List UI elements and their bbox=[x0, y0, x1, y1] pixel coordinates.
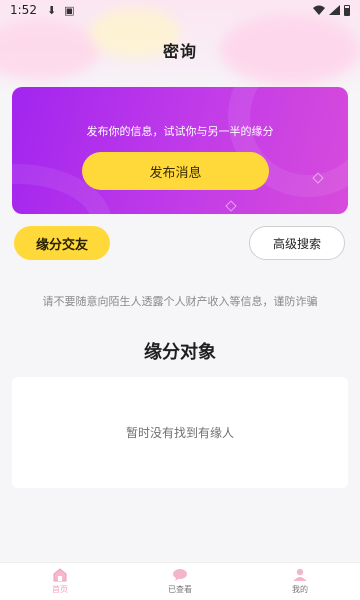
status-bar: 1:52 ⬇ ▣ bbox=[0, 0, 360, 20]
user-icon bbox=[293, 568, 307, 581]
battery-icon bbox=[344, 4, 350, 16]
section-title: 缘分对象 bbox=[144, 342, 216, 363]
safety-warning: 请不要随意向陌生人透露个人财产收入等信息，谨防诈骗 bbox=[42, 295, 318, 308]
nav-item-home[interactable]: 首页 bbox=[0, 563, 120, 600]
nav-label: 我的 bbox=[292, 585, 308, 594]
app-notification-icon: ▣ bbox=[64, 3, 75, 17]
publish-banner: 发布你的信息，试试你与另一半的缘分 发布消息 bbox=[12, 87, 348, 214]
chat-bubble-icon bbox=[173, 569, 187, 581]
wifi-icon bbox=[313, 5, 325, 15]
banner-text: 发布你的信息，试试你与另一半的缘分 bbox=[86, 125, 274, 138]
nav-label: 首页 bbox=[52, 585, 68, 594]
publish-message-button[interactable]: 发布消息 bbox=[82, 152, 269, 190]
nav-item-viewed[interactable]: 已查看 bbox=[120, 563, 240, 600]
download-icon: ⬇ bbox=[46, 3, 57, 17]
advanced-search-button[interactable]: 高级搜索 bbox=[249, 226, 345, 260]
matches-list-empty: 暂时没有找到有缘人 bbox=[12, 377, 348, 488]
nav-item-mine[interactable]: 我的 bbox=[240, 563, 360, 600]
bottom-navigation: 首页 已查看 我的 bbox=[0, 562, 360, 600]
match-friends-button[interactable]: 缘分交友 bbox=[14, 226, 110, 260]
app-screen: 1:52 ⬇ ▣ 密询 发布你的信息，试试你与另一半的缘分 发布消息 缘分交友 … bbox=[0, 0, 360, 600]
empty-state-text: 暂时没有找到有缘人 bbox=[125, 426, 234, 440]
nav-label: 已查看 bbox=[168, 585, 192, 594]
page-title: 密询 bbox=[162, 42, 197, 61]
status-time: 1:52 bbox=[10, 3, 37, 17]
home-icon bbox=[53, 568, 67, 582]
signal-icon bbox=[329, 5, 340, 15]
decor-diamond bbox=[225, 200, 237, 212]
